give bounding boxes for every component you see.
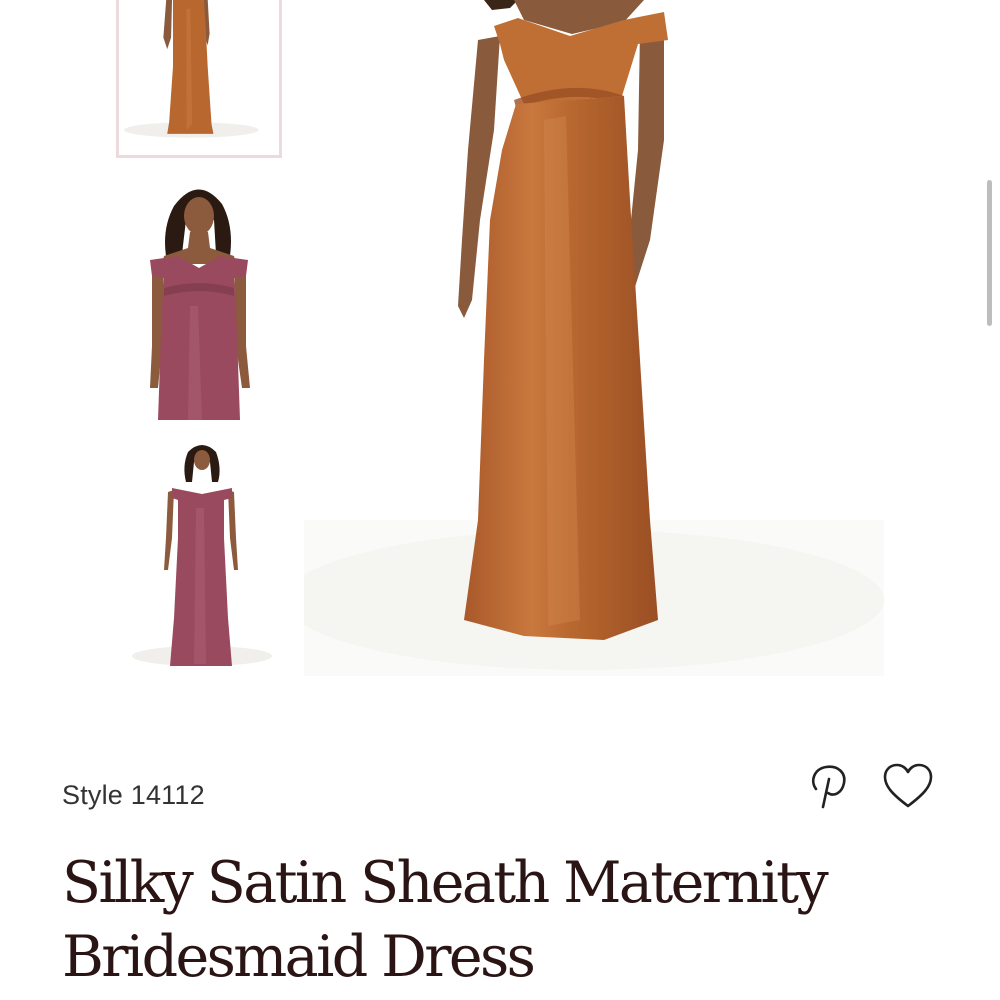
gallery-thumbnail-2[interactable] — [116, 176, 282, 420]
gallery-thumbnail-1[interactable] — [116, 0, 282, 158]
dress-photo-mauve-full — [116, 438, 282, 676]
product-title-line-1: Silky Satin Sheath Maternity — [62, 850, 829, 916]
product-title: Silky Satin Sheath Maternity Bridesmaid … — [62, 846, 962, 994]
main-product-image[interactable] — [304, 0, 884, 676]
page-scrollbar[interactable] — [987, 180, 992, 326]
pinterest-share-button[interactable] — [806, 763, 850, 809]
dress-photo-main — [304, 0, 884, 676]
heart-icon — [883, 763, 933, 808]
dress-photo-rust — [119, 0, 279, 155]
gallery-thumbnail-3[interactable] — [116, 438, 282, 676]
dress-photo-mauve-closeup — [116, 176, 282, 420]
style-number: Style 14112 — [62, 780, 205, 810]
wishlist-button[interactable] — [882, 762, 934, 810]
pinterest-icon — [812, 765, 846, 809]
product-title-line-2: Bridesmaid Dress — [62, 924, 536, 990]
